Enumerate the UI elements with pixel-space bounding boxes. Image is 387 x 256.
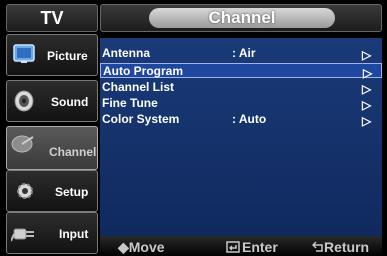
chevron-right-icon: ▷ xyxy=(363,66,373,80)
enter-hint-label: Enter xyxy=(242,239,278,255)
menu-item-label: Color System xyxy=(102,112,180,126)
picture-icon xyxy=(13,44,35,63)
menu-item-label: Fine Tune xyxy=(102,96,158,110)
return-hint: Return xyxy=(311,239,370,255)
sidebar-item-label: Setup xyxy=(55,185,89,199)
satellite-dish-icon xyxy=(11,135,34,153)
tv-title: TV xyxy=(6,4,98,32)
menu-item-color-system[interactable]: Color System : Auto ▷ xyxy=(100,112,382,128)
menu-item-value: : Auto xyxy=(232,112,267,126)
enter-hint: Enter xyxy=(226,239,278,255)
enter-icon xyxy=(226,241,240,253)
menu-item-fine-tune[interactable]: Fine Tune ▷ xyxy=(100,96,382,112)
return-hint-label: Return xyxy=(324,239,370,255)
sidebar-item-label: Picture xyxy=(47,49,88,63)
sidebar-item-input[interactable]: Input xyxy=(6,212,98,254)
menu-item-channel-list[interactable]: Channel List ▷ xyxy=(100,80,382,96)
sidebar-item-channel[interactable]: Channel xyxy=(6,126,98,170)
menu-item-antenna[interactable]: Antenna : Air ▷ xyxy=(100,46,382,62)
sidebar-item-label: Input xyxy=(59,227,89,241)
menu-item-value: : Air xyxy=(232,46,256,60)
menu-item-auto-program[interactable]: Auto Program ▷ xyxy=(100,63,382,80)
speaker-icon xyxy=(14,90,34,112)
sidebar-item-picture[interactable]: Picture xyxy=(6,34,98,76)
tv-menu-frame: TV Picture Sound Channel Setup Input Cha… xyxy=(0,0,387,256)
sidebar-item-label: Sound xyxy=(51,95,89,109)
chevron-right-icon: ▷ xyxy=(362,82,372,96)
sidebar-item-label: Channel xyxy=(49,145,97,159)
chevron-right-icon: ▷ xyxy=(362,98,372,112)
sidebar-item-sound[interactable]: Sound xyxy=(6,80,98,122)
menu-item-label: Auto Program xyxy=(103,64,184,78)
gear-icon xyxy=(17,183,33,199)
chevron-right-icon: ▷ xyxy=(362,48,372,62)
chevron-right-icon: ▷ xyxy=(362,114,372,128)
menu-item-label: Antenna xyxy=(102,46,150,60)
return-icon xyxy=(311,241,323,252)
move-hint: ◆Move xyxy=(118,239,165,255)
menu-header: Channel xyxy=(100,4,382,32)
page-title: Channel xyxy=(149,8,335,28)
channel-menu-panel: Antenna : Air ▷ Auto Program ▷ Channel L… xyxy=(100,38,382,236)
plug-icon xyxy=(11,228,34,242)
footer-hints: ◆Move Enter Return xyxy=(100,236,382,256)
menu-item-label: Channel List xyxy=(102,80,175,94)
sidebar-item-setup[interactable]: Setup xyxy=(6,170,98,212)
